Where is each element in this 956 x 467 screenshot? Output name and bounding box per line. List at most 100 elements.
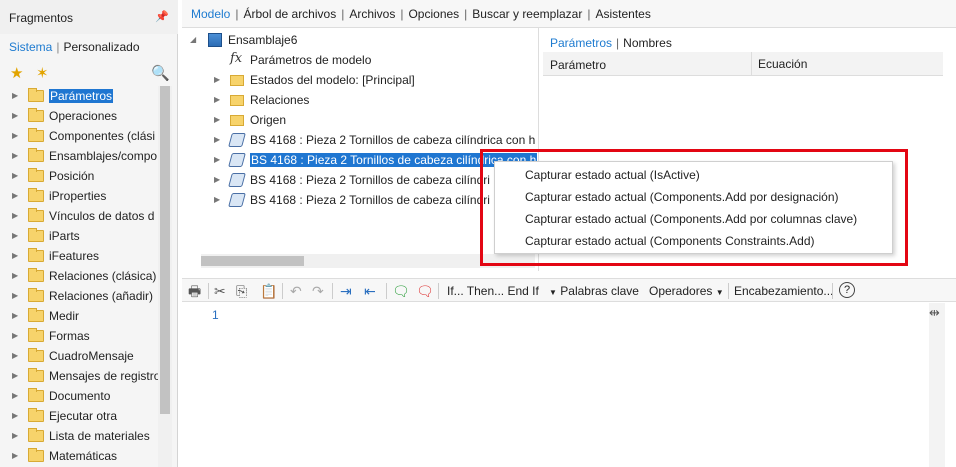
nav-tab-2[interactable]: Archivos [349, 7, 395, 21]
tree-item-part-label: BS 4168 : Pieza 2 Tornillos de cabeza ci… [250, 133, 536, 147]
context-menu-item[interactable]: Capturar estado actual (Components.Add p… [525, 186, 839, 208]
snippet-category-item[interactable]: ▶ Parámetros [0, 86, 158, 106]
expand-icon[interactable]: ▶ [12, 406, 18, 426]
nav-tab-3[interactable]: Opciones [408, 7, 459, 21]
tab-nombres[interactable]: Nombres [623, 36, 672, 50]
help-icon[interactable]: ? [839, 282, 855, 298]
add-comment-icon[interactable]: 🗨 [392, 282, 410, 300]
expand-icon[interactable]: ▶ [12, 286, 18, 306]
expand-icon[interactable]: ▶ [12, 126, 18, 146]
expand-icon[interactable]: ▶ [12, 426, 18, 446]
paste-icon[interactable]: 📋 [260, 282, 277, 300]
pin-icon[interactable]: 📌 [155, 10, 169, 23]
tab-sistema[interactable]: Sistema [9, 40, 52, 54]
nav-tab-1[interactable]: Árbol de archivos [243, 7, 336, 21]
snippets-panel-title: Fragmentos [9, 11, 74, 25]
collapse-icon[interactable]: ◢ [190, 31, 196, 49]
snippet-category-label: Lista de materiales [49, 429, 150, 443]
star-add-icon[interactable]: ✶ [36, 64, 49, 82]
snippet-category-item[interactable]: ▶ Formas [0, 326, 158, 346]
rule-code-editor[interactable]: 1 ⇹ [182, 303, 956, 467]
expand-icon[interactable]: ▶ [214, 71, 220, 89]
nav-tab-4[interactable]: Buscar y reemplazar [472, 7, 582, 21]
snippets-list: ▶ Parámetros ▶ Operaciones ▶ Componentes (clá… [0, 86, 158, 466]
if-then-endif-button[interactable]: If... Then... End If [447, 282, 539, 300]
snippet-category-item[interactable]: ▶ Medir [0, 306, 158, 326]
snippet-category-item[interactable]: ▶ Matemáticas [0, 446, 158, 466]
expand-icon[interactable]: ▶ [214, 91, 220, 109]
expand-icon[interactable]: ▶ [12, 346, 18, 366]
scrollbar-thumb[interactable] [160, 86, 170, 414]
outdent-icon[interactable]: ⇤ [364, 282, 376, 300]
context-menu-item[interactable]: Capturar estado actual (IsActive) [525, 164, 700, 186]
column-header-parametro[interactable]: Parámetro [550, 58, 606, 72]
snippets-scrollbar[interactable] [158, 86, 172, 467]
tab-personalizado[interactable]: Personalizado [63, 40, 139, 54]
expand-icon[interactable]: ▶ [214, 171, 220, 189]
nav-tab-0[interactable]: Modelo [191, 7, 230, 21]
snippet-category-item[interactable]: ▶ iParts [0, 226, 158, 246]
expand-icon[interactable]: ▶ [12, 186, 18, 206]
folder-icon [28, 388, 44, 402]
snippet-category-item[interactable]: ▶ Operaciones [0, 106, 158, 126]
scrollbar-thumb[interactable] [201, 256, 304, 266]
expand-icon[interactable]: ▶ [12, 306, 18, 326]
search-icon[interactable]: 🔍 [151, 64, 170, 82]
snippet-category-item[interactable]: ▶ iFeatures [0, 246, 158, 266]
tab-parametros[interactable]: Parámetros [550, 36, 612, 50]
context-menu-item[interactable]: Capturar estado actual (Components.Add p… [525, 208, 857, 230]
column-header-ecuacion[interactable]: Ecuación [751, 52, 807, 76]
operators-dropdown[interactable]: Operadores ▼ [649, 282, 724, 300]
snippet-category-item[interactable]: ▶ Posición [0, 166, 158, 186]
redo-icon[interactable]: ↷ [312, 282, 324, 300]
expand-icon[interactable]: ▶ [12, 386, 18, 406]
snippet-category-item[interactable]: ▶ Lista de materiales [0, 426, 158, 446]
snippet-category-item[interactable]: ▶ Componentes (clási [0, 126, 158, 146]
expand-icon[interactable]: ▶ [12, 246, 18, 266]
folder-icon [28, 128, 44, 142]
expand-icon[interactable]: ▶ [12, 226, 18, 246]
folder-icon [28, 108, 44, 122]
line-number: 1 [212, 308, 219, 322]
context-menu-item[interactable]: Capturar estado actual (Components Const… [525, 230, 814, 252]
indent-icon[interactable]: ⇥ [340, 282, 352, 300]
expand-icon[interactable]: ▶ [12, 86, 18, 106]
snippet-category-label: iProperties [49, 189, 107, 203]
expand-icon[interactable]: ▶ [214, 131, 220, 149]
expand-icon[interactable]: ▶ [12, 326, 18, 346]
expand-icon[interactable]: ▶ [214, 191, 220, 209]
print-icon[interactable]: 🖶 [188, 282, 201, 300]
expand-icon[interactable]: ▶ [12, 146, 18, 166]
header-button[interactable]: Encabezamiento... [734, 282, 833, 300]
snippet-category-item[interactable]: ▶ Vínculos de datos d [0, 206, 158, 226]
snippets-panel-header: Fragmentos 📌 [0, 0, 178, 34]
cut-icon[interactable]: ✂ [214, 282, 226, 300]
snippet-category-item[interactable]: ▶ Ensamblajes/compo [0, 146, 158, 166]
snippet-category-item[interactable]: ▶ Documento [0, 386, 158, 406]
editor-scrollbar[interactable] [929, 303, 945, 467]
folder-icon [28, 348, 44, 362]
nav-tab-5[interactable]: Asistentes [595, 7, 650, 21]
snippet-category-item[interactable]: ▶ CuadroMensaje [0, 346, 158, 366]
snippet-category-item[interactable]: ▶ Relaciones (clásica) [0, 266, 158, 286]
expand-icon[interactable]: ▶ [12, 206, 18, 226]
snippet-category-item[interactable]: ▶ Mensajes de registro [0, 366, 158, 386]
expand-icon[interactable]: ▶ [12, 266, 18, 286]
copy-icon[interactable]: ⎘ [236, 282, 247, 300]
expand-icon[interactable]: ▶ [214, 151, 220, 169]
expand-icon[interactable]: ▶ [12, 106, 18, 126]
expand-icon[interactable]: ▶ [12, 166, 18, 186]
split-view-icon[interactable]: ⇹ [929, 305, 940, 321]
snippet-category-item[interactable]: ▶ Relaciones (añadir) [0, 286, 158, 306]
undo-icon[interactable]: ↶ [290, 282, 302, 300]
folder-icon [28, 448, 44, 462]
remove-comment-icon[interactable]: 🗨 [416, 282, 434, 300]
snippet-category-item[interactable]: ▶ Ejecutar otra [0, 406, 158, 426]
expand-icon[interactable]: ▶ [12, 366, 18, 386]
expand-icon[interactable]: ▶ [214, 111, 220, 129]
star-icon[interactable]: ★ [10, 64, 23, 82]
expand-icon[interactable]: ▶ [12, 446, 18, 466]
tree-horizontal-scrollbar[interactable] [201, 254, 535, 268]
keywords-dropdown[interactable]: ▼ Palabras clave [549, 282, 639, 300]
snippet-category-item[interactable]: ▶ iProperties [0, 186, 158, 206]
